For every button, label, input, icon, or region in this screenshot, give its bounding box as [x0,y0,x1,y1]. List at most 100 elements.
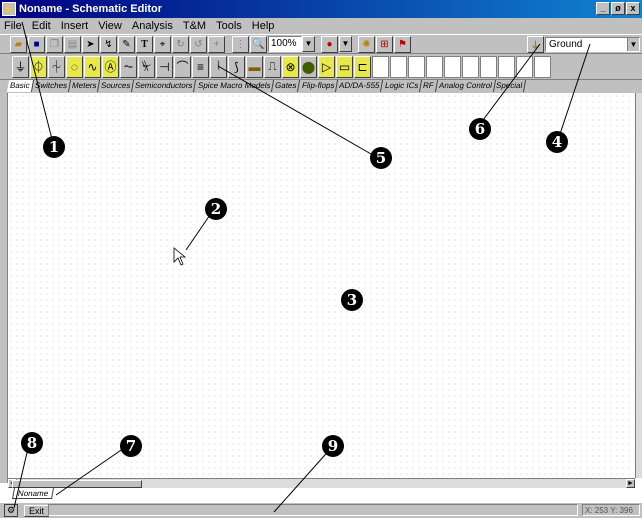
empty-slot[interactable] [408,55,425,78]
restore-button[interactable]: ø [611,2,625,15]
tab-logic-ics[interactable]: Logic ICs [381,80,422,92]
chevron-down-icon[interactable]: ▼ [627,38,639,51]
text-icon[interactable]: T [136,35,153,53]
window-title: Noname - Schematic Editor [19,3,163,15]
tab-basic[interactable]: Basic [6,80,34,92]
switch-part-icon[interactable]: ⎍ [264,55,281,78]
menu-insert[interactable]: Insert [61,20,89,32]
graphics-icon[interactable]: ⌖ [154,35,171,53]
empty-slot[interactable] [444,55,461,78]
connector-icon[interactable]: ▭ [336,55,353,78]
callout-6: 6 [469,118,491,140]
tab-flip-flops[interactable]: Flip-flops [298,80,339,92]
probe-icon[interactable]: ⚑ [394,35,411,53]
sheet-tab[interactable]: Noname [12,488,55,499]
zoom-icon[interactable]: 🔍 [250,35,267,53]
relay-icon[interactable]: ⟆ [228,55,245,78]
tab-special[interactable]: Special [493,80,527,92]
horizontal-scrollbar[interactable]: ◄ ► [8,478,635,488]
ground-part-icon[interactable]: ⏚ [12,55,29,78]
select-arrow-icon[interactable]: ➤ [82,35,99,53]
zoom-select[interactable]: 100% [268,36,302,52]
led-icon[interactable]: ⬤ [300,55,317,78]
diode-icon[interactable]: ▷ [318,55,335,78]
scroll-right-icon[interactable]: ► [626,479,635,488]
lamp-icon[interactable]: ⊗ [282,55,299,78]
tab-analog-control[interactable]: Analog Control [435,80,496,92]
grid-icon[interactable]: ⋮ [232,35,249,53]
empty-slot[interactable] [498,55,515,78]
tab-meters[interactable]: Meters [68,80,101,92]
menu-tm[interactable]: T&M [183,20,206,32]
meter-part-icon[interactable]: Ⓐ [102,55,119,78]
tab-ad-da-555[interactable]: AD/DA-555 [335,80,384,92]
scroll-thumb[interactable] [12,480,142,488]
tab-gates[interactable]: Gates [272,80,301,92]
battery-part-icon[interactable]: ⏀ [30,55,47,78]
zener-icon[interactable]: ⊏ [354,55,371,78]
empty-slot[interactable] [426,55,443,78]
add-icon[interactable]: + [208,35,225,53]
chevron-down-icon[interactable]: ▼ [339,36,352,52]
callout-4: 4 [546,131,568,153]
coil-icon[interactable]: ≡ [192,55,209,78]
menu-view[interactable]: View [98,20,122,32]
schematic-canvas[interactable] [8,93,635,478]
menu-analysis[interactable]: Analysis [132,20,173,32]
close-button[interactable]: x [626,2,640,15]
capacitor-icon[interactable]: ⊣ [156,55,173,78]
rotate-icon[interactable]: ↻ [172,35,189,53]
callout-5: 5 [370,147,392,169]
callout-3: 3 [341,289,363,311]
menu-edit[interactable]: Edit [32,20,51,32]
component-wizard-icon[interactable]: ✺ [358,35,375,53]
app-icon[interactable]: ⚡ [2,2,16,16]
mirror-icon[interactable]: ↺ [190,35,207,53]
resistor-icon[interactable]: ⏦ [120,55,137,78]
tab-rf[interactable]: RF [419,80,438,92]
paste-icon[interactable]: ▤ [64,35,81,53]
save-icon[interactable]: ■ [28,35,45,53]
macro-icon[interactable]: ⊞ [376,35,393,53]
menu-bar: File Edit Insert View Analysis T&M Tools… [0,18,642,34]
empty-slot[interactable] [516,55,533,78]
empty-slot[interactable] [534,55,551,78]
wire-icon[interactable]: ↯ [100,35,117,53]
tab-spice-macro-models[interactable]: Spice Macro Models [194,80,275,92]
window-controls: _ ø x [596,2,640,15]
component-tabs: Basic Switches Meters Sources Semiconduc… [0,80,642,93]
empty-slot[interactable] [462,55,479,78]
settings-icon[interactable]: ⚙ [4,504,18,517]
callout-8: 8 [21,432,43,454]
menu-file[interactable]: File [4,20,22,32]
menu-tools[interactable]: Tools [216,20,242,32]
left-border [0,93,8,483]
minimize-button[interactable]: _ [596,2,610,15]
tab-sources[interactable]: Sources [97,80,135,92]
tab-switches[interactable]: Switches [31,80,71,92]
tab-semiconductors[interactable]: Semiconductors [132,80,197,92]
exit-button[interactable]: Exit [24,504,50,517]
empty-slot[interactable] [372,55,389,78]
dc-analysis-icon[interactable]: ● [321,35,338,53]
place-ground-icon[interactable]: ⏚ [527,36,544,53]
copy-icon[interactable]: ❐ [46,35,63,53]
transformer-icon[interactable]: ⦚ [210,55,227,78]
fuse-icon[interactable]: ▬ [246,55,263,78]
callout-2: 2 [205,198,227,220]
voltage-source-icon[interactable]: ⏆ [48,55,65,78]
pen-icon[interactable]: ✎ [118,35,135,53]
inductor-icon[interactable]: ⌒ [174,55,191,78]
empty-slot[interactable] [480,55,497,78]
potentiometer-icon[interactable]: ⏧ [138,55,155,78]
current-source-icon[interactable]: ◌ [66,55,83,78]
status-message-field [48,504,578,516]
component-select[interactable]: Ground ▼ [545,37,640,52]
title-bar: ⚡ Noname - Schematic Editor _ ø x [0,0,642,18]
empty-slot[interactable] [390,55,407,78]
chevron-down-icon[interactable]: ▼ [302,36,315,52]
vertical-scrollbar[interactable] [635,93,642,478]
menu-help[interactable]: Help [252,20,275,32]
ac-source-icon[interactable]: ∿ [84,55,101,78]
open-icon[interactable]: ▰ [10,35,27,53]
